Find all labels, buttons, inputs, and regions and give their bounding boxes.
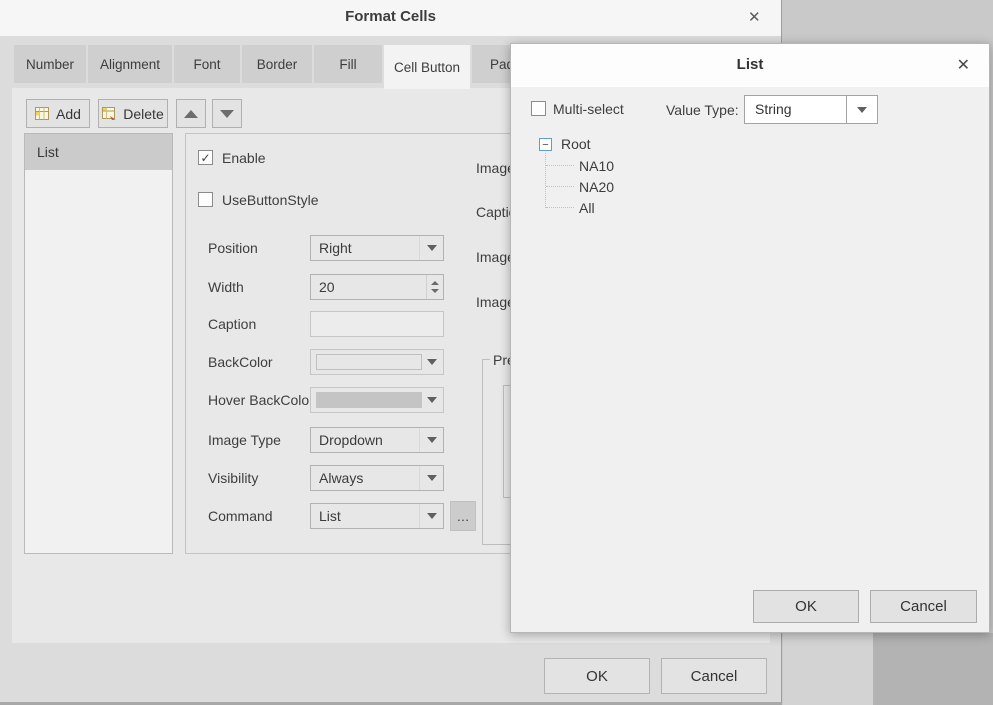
format-cells-close-icon[interactable]: ✕: [748, 10, 761, 25]
position-value: Right: [319, 240, 352, 256]
tab-cell-button[interactable]: Cell Button: [384, 45, 470, 89]
tab-fill[interactable]: Fill: [314, 45, 382, 83]
backcolor-swatch: [316, 354, 422, 370]
tab-border[interactable]: Border: [242, 45, 312, 83]
add-grid-icon: [35, 107, 49, 120]
dropdown-arrow-icon: [421, 388, 443, 412]
command-value: List: [319, 508, 341, 524]
list-dialog-close-icon[interactable]: ✕: [957, 58, 970, 73]
tree-connector: [546, 207, 574, 208]
move-up-button[interactable]: [176, 99, 206, 128]
tree-connector: [546, 186, 574, 187]
add-button-label: Add: [56, 106, 81, 122]
enable-label: Enable: [222, 150, 266, 166]
dropdown-arrow-icon: [419, 428, 443, 452]
format-cells-ok-button[interactable]: OK: [544, 658, 650, 694]
caption-label: Caption: [208, 316, 256, 332]
list-dialog-title: List: [511, 56, 989, 73]
dropdown-arrow-icon: [419, 236, 443, 260]
dropdown-arrow-icon: [419, 466, 443, 490]
value-type-label: Value Type:: [666, 102, 739, 118]
tab-font[interactable]: Font: [174, 45, 240, 83]
hover-backcolor-swatch: [316, 392, 422, 408]
tree-node-na10[interactable]: NA10: [579, 158, 614, 174]
value-type-dropdown[interactable]: String: [744, 95, 878, 124]
dropdown-arrow-icon: [846, 96, 877, 123]
enable-checkbox[interactable]: ✓: [198, 150, 213, 165]
format-cells-cancel-button[interactable]: Cancel: [661, 658, 767, 694]
up-arrow-icon: [184, 110, 198, 118]
image-type-value: Dropdown: [319, 432, 383, 448]
tree-node-na20[interactable]: NA20: [579, 179, 614, 195]
width-label: Width: [208, 279, 244, 295]
visibility-value: Always: [319, 470, 363, 486]
add-button[interactable]: Add: [26, 99, 90, 128]
ellipsis-icon: …: [457, 509, 470, 524]
visibility-label: Visibility: [208, 470, 258, 486]
check-icon: ✓: [200, 152, 210, 164]
hover-backcolor-label: Hover BackColor: [208, 392, 314, 408]
move-down-button[interactable]: [212, 99, 242, 128]
background-panel-light: [783, 633, 873, 705]
tab-alignment[interactable]: Alignment: [88, 45, 172, 83]
visibility-dropdown[interactable]: Always: [310, 465, 444, 491]
multi-select-checkbox[interactable]: [531, 101, 546, 116]
list-dialog-cancel-button[interactable]: Cancel: [870, 590, 977, 623]
width-stepper[interactable]: 20: [310, 274, 444, 300]
dropdown-arrow-icon: [421, 350, 443, 374]
tab-number[interactable]: Number: [14, 45, 86, 83]
position-label: Position: [208, 240, 258, 256]
background-panel-dark: [873, 633, 993, 705]
delete-grid-icon: [102, 107, 116, 120]
usebuttonstyle-checkbox[interactable]: [198, 192, 213, 207]
minus-glyph: −: [542, 140, 548, 150]
stepper-arrows-icon[interactable]: [426, 275, 443, 299]
command-ellipsis-button[interactable]: …: [450, 501, 476, 531]
screen: Format Cells ✕ Number Alignment Font Bor…: [0, 0, 993, 705]
format-cells-title: Format Cells: [0, 8, 781, 25]
dropdown-arrow-icon: [419, 504, 443, 528]
list-dialog-ok-button[interactable]: OK: [753, 590, 859, 623]
down-arrow-icon: [220, 110, 234, 118]
image-type-dropdown[interactable]: Dropdown: [310, 427, 444, 453]
list-dialog-titlebar: List ✕: [511, 44, 989, 87]
delete-button[interactable]: Delete: [98, 99, 168, 128]
cell-button-listbox: List: [24, 133, 173, 554]
value-type-value: String: [755, 101, 792, 117]
usebuttonstyle-label: UseButtonStyle: [222, 192, 319, 208]
multi-select-label: Multi-select: [553, 101, 624, 117]
hover-backcolor-picker[interactable]: [310, 387, 444, 413]
backcolor-label: BackColor: [208, 354, 273, 370]
tree-connector-vertical: [545, 153, 546, 208]
backcolor-picker[interactable]: [310, 349, 444, 375]
tree-connector: [546, 165, 574, 166]
command-dropdown[interactable]: List: [310, 503, 444, 529]
list-dialog: List ✕ Multi-select Value Type: String −…: [510, 43, 990, 633]
tree-node-root[interactable]: Root: [561, 136, 591, 152]
width-value: 20: [319, 279, 335, 295]
command-label: Command: [208, 508, 273, 524]
caption-input[interactable]: [310, 311, 444, 337]
tree-node-all[interactable]: All: [579, 200, 595, 216]
format-cells-titlebar: Format Cells ✕: [0, 0, 781, 36]
list-item-list[interactable]: List: [25, 134, 172, 170]
delete-button-label: Delete: [123, 106, 163, 122]
tree-collapse-icon[interactable]: −: [539, 138, 552, 151]
position-dropdown[interactable]: Right: [310, 235, 444, 261]
image-type-label: Image Type: [208, 432, 281, 448]
